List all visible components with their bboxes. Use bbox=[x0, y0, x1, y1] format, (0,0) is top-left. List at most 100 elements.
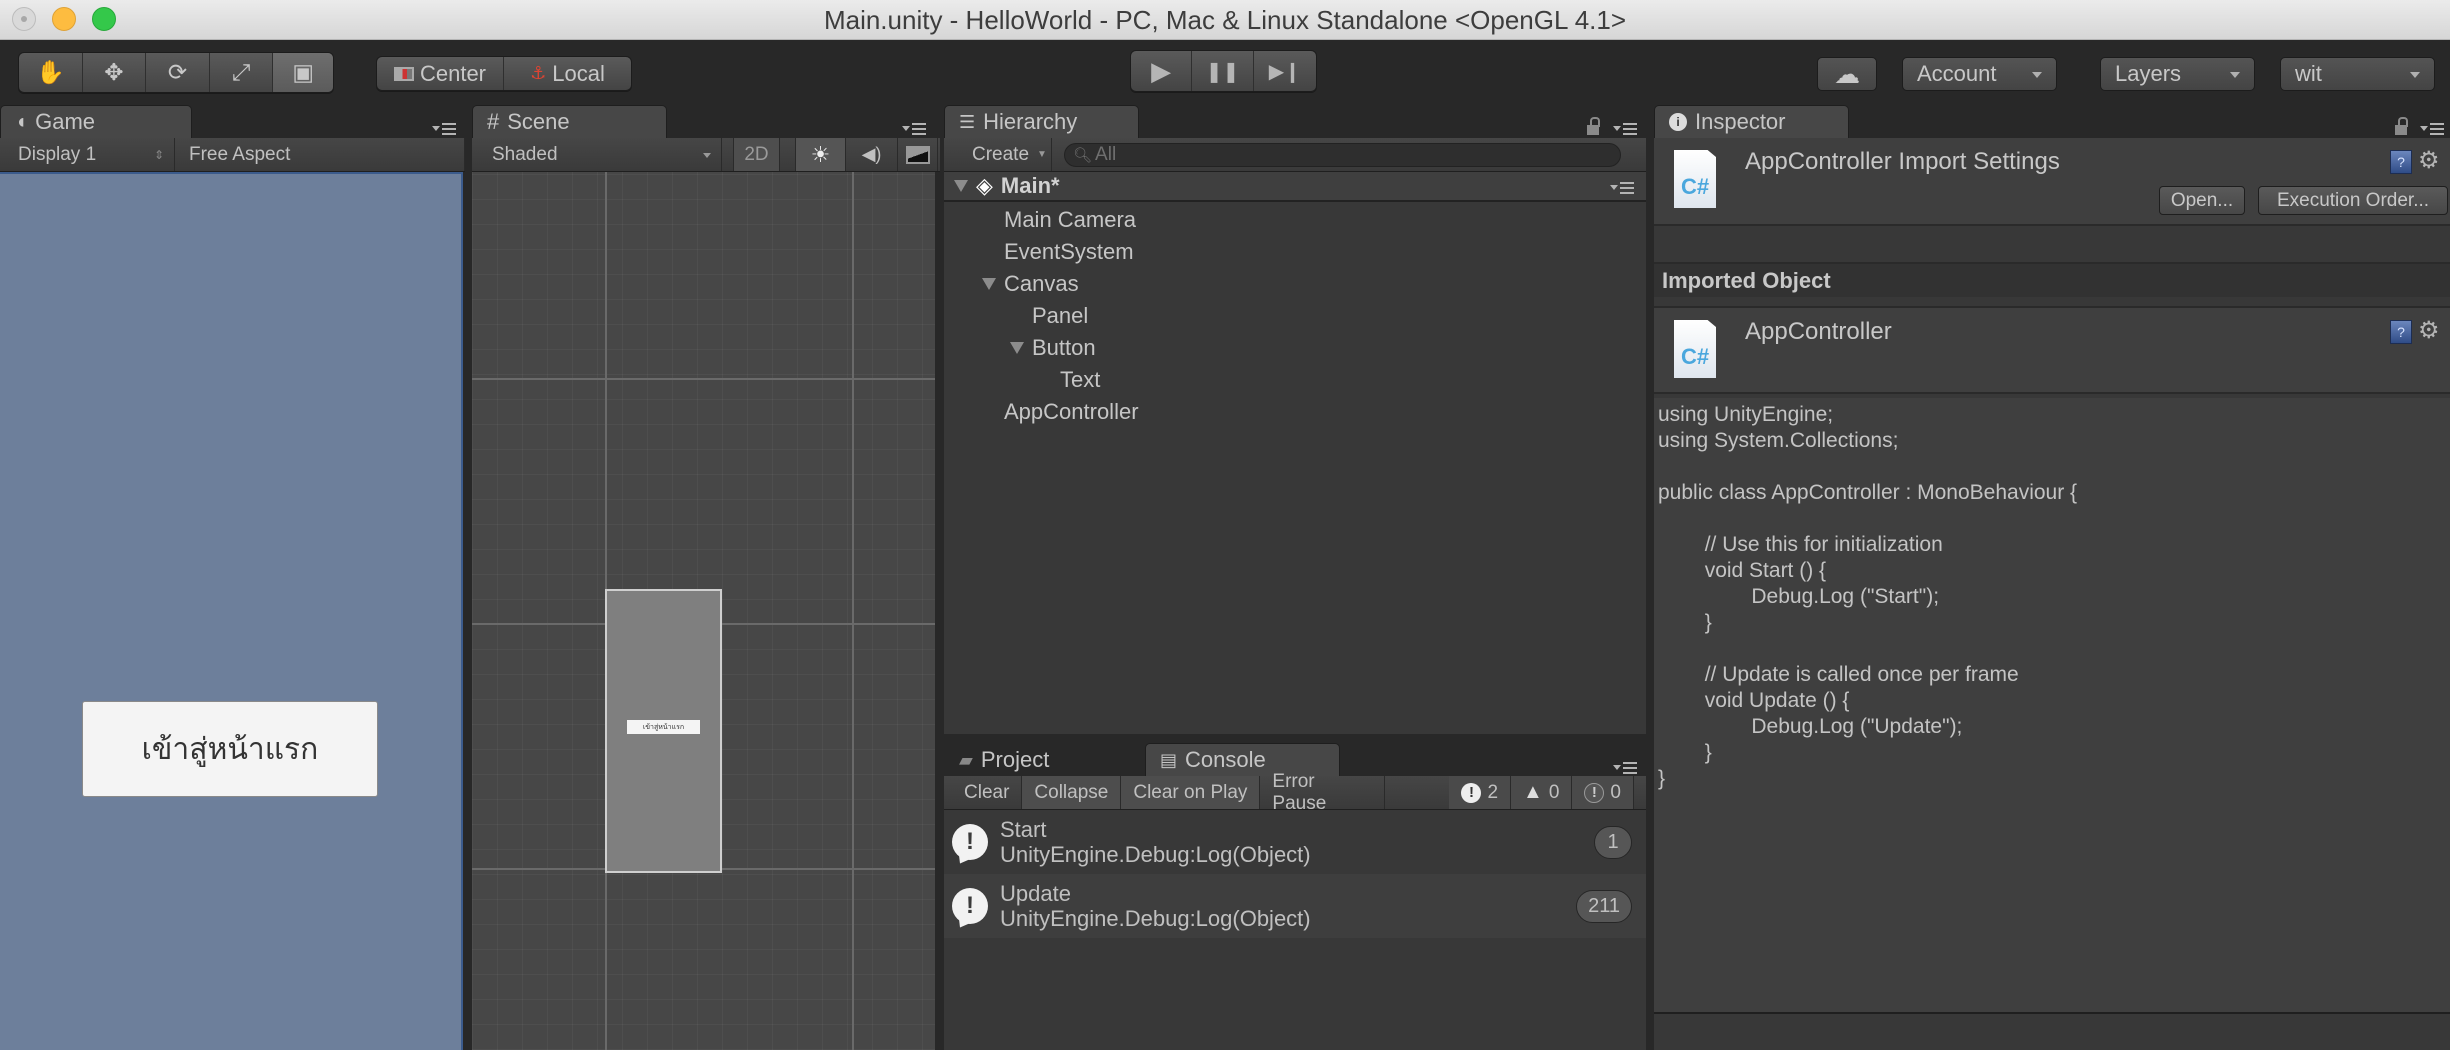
audio-toggle[interactable]: ◀) bbox=[846, 138, 898, 171]
aspect-select[interactable]: Free Aspect bbox=[175, 138, 465, 171]
tab-project-label: Project bbox=[980, 747, 1050, 772]
csharp-file-icon: C# bbox=[1674, 150, 1716, 208]
effects-toggle[interactable] bbox=[898, 138, 938, 171]
hierarchy-item[interactable]: Canvas bbox=[982, 269, 1079, 299]
account-dropdown[interactable]: Account bbox=[1902, 57, 2057, 91]
tab-scene[interactable]: # Scene bbox=[472, 105, 667, 138]
search-placeholder: All bbox=[1095, 143, 1117, 165]
scene-view[interactable]: เข้าสู่หน้าแรก bbox=[472, 172, 935, 1050]
hand-tool-button[interactable]: ✋ bbox=[19, 53, 83, 92]
layout-dropdown[interactable]: wit bbox=[2280, 57, 2435, 91]
step-button[interactable]: ▶❙ bbox=[1254, 51, 1316, 91]
panel-menu-icon[interactable] bbox=[2420, 121, 2446, 137]
lighting-toggle[interactable]: ☀ bbox=[796, 138, 846, 171]
log-detail: UnityEngine.Debug:Log(Object) bbox=[1000, 842, 1311, 867]
scene-toolbar: Shaded 2D ☀ ◀) bbox=[472, 138, 940, 172]
shading-label: Shaded bbox=[492, 143, 558, 165]
aspect-label: Free Aspect bbox=[189, 143, 291, 165]
clear-on-play-toggle[interactable]: Clear on Play bbox=[1121, 776, 1261, 809]
import-settings-header: C# AppController Import Settings ? ⚙ Ope… bbox=[1654, 138, 2450, 226]
hierarchy-item-label: Main Camera bbox=[1004, 207, 1137, 232]
gear-icon[interactable]: ⚙ bbox=[2418, 146, 2440, 175]
panel-menu-icon[interactable] bbox=[902, 121, 928, 137]
2d-toggle[interactable]: 2D bbox=[734, 138, 780, 171]
help-book-icon[interactable]: ? bbox=[2390, 320, 2412, 344]
window-title: Main.unity - HelloWorld - PC, Mac & Linu… bbox=[823, 5, 1627, 35]
info-circle-icon: i bbox=[1669, 113, 1687, 131]
expand-triangle-icon[interactable] bbox=[982, 278, 996, 290]
game-view[interactable]: เข้าสู่หน้าแรก bbox=[0, 172, 463, 1050]
play-icon: ▶ bbox=[1151, 55, 1172, 86]
gear-icon[interactable]: ⚙ bbox=[2418, 316, 2440, 345]
lock-icon[interactable] bbox=[2395, 117, 2408, 135]
script-source: using UnityEngine; using System.Collecti… bbox=[1658, 403, 2078, 790]
csharp-file-icon: C# bbox=[1674, 320, 1716, 378]
panel-menu-icon[interactable] bbox=[1613, 760, 1639, 776]
scale-tool-button[interactable]: ⤢ bbox=[210, 53, 274, 92]
open-button[interactable]: Open... bbox=[2159, 186, 2245, 215]
pivot-controls: Center ⚓ Local bbox=[376, 56, 632, 91]
pause-button[interactable]: ❚❚ bbox=[1192, 51, 1254, 91]
display-select[interactable]: Display 1 ⇕ bbox=[0, 138, 175, 171]
hierarchy-item[interactable]: Main Camera bbox=[1004, 205, 1136, 235]
hierarchy-item[interactable]: AppController bbox=[1004, 397, 1139, 427]
image-icon bbox=[905, 145, 930, 164]
create-dropdown[interactable]: Create ▼ bbox=[952, 138, 1052, 171]
collapse-toggle[interactable]: Collapse bbox=[1022, 776, 1122, 809]
expand-triangle-icon[interactable] bbox=[954, 180, 968, 192]
step-icon: ▶❙ bbox=[1268, 60, 1301, 83]
hierarchy-item[interactable]: Button bbox=[1010, 333, 1096, 363]
search-icon: 🔍︎ bbox=[1073, 146, 1093, 164]
scene-menu-icon[interactable] bbox=[1610, 180, 1636, 196]
tab-hierarchy-label: Hierarchy bbox=[983, 109, 1078, 134]
scene-canvas-rect[interactable]: เข้าสู่หน้าแรก bbox=[605, 589, 722, 873]
cloud-button[interactable]: ☁ bbox=[1817, 57, 1877, 91]
log-count-badge: 1 bbox=[1594, 826, 1632, 859]
shading-select[interactable]: Shaded bbox=[472, 138, 722, 171]
clear-button[interactable]: Clear bbox=[952, 776, 1023, 809]
warning-filter-toggle[interactable]: ▲ 0 bbox=[1511, 776, 1573, 809]
scene-row[interactable]: ◈ Main* bbox=[944, 172, 1646, 202]
tab-console-label: Console bbox=[1185, 747, 1266, 772]
tab-game[interactable]: ◖ Game bbox=[0, 105, 192, 138]
tab-hierarchy[interactable]: ☰ Hierarchy bbox=[944, 105, 1139, 138]
panel-menu-icon[interactable] bbox=[1613, 121, 1639, 137]
info-icon: ! bbox=[952, 824, 988, 860]
error-icon: ! bbox=[1584, 782, 1605, 803]
tab-scene-label: Scene bbox=[507, 109, 570, 134]
log-count-badge: 211 bbox=[1576, 890, 1632, 923]
panel-menu-icon[interactable] bbox=[432, 121, 458, 137]
rect-tool-button[interactable]: ▣ bbox=[273, 53, 333, 92]
expand-triangle-icon[interactable] bbox=[1010, 342, 1024, 354]
hierarchy-item[interactable]: Text bbox=[1060, 365, 1100, 395]
scene-button-preview[interactable]: เข้าสู่หน้าแรก bbox=[627, 720, 700, 734]
layers-dropdown[interactable]: Layers bbox=[2100, 57, 2255, 91]
info-filter-toggle[interactable]: ! 2 bbox=[1449, 776, 1512, 809]
error-filter-toggle[interactable]: ! 0 bbox=[1572, 776, 1634, 809]
play-button[interactable]: ▶ bbox=[1131, 51, 1193, 91]
execution-order-button[interactable]: Execution Order... bbox=[2258, 186, 2448, 215]
hierarchy-item-label: Canvas bbox=[1004, 271, 1079, 296]
hierarchy-item[interactable]: EventSystem bbox=[1004, 237, 1134, 267]
pivot-center-icon bbox=[393, 66, 414, 81]
main-toolbar: ✋ ✥ ⟳ ⤢ ▣ Center ⚓ Local ▶ ❚❚ ▶❙ ☁ Accou… bbox=[0, 40, 2450, 103]
game-start-button[interactable]: เข้าสู่หน้าแรก bbox=[82, 701, 378, 797]
rotate-tool-button[interactable]: ⟳ bbox=[146, 53, 210, 92]
move-tool-button[interactable]: ✥ bbox=[83, 53, 147, 92]
error-pause-toggle[interactable]: Error Pause bbox=[1260, 771, 1386, 814]
log-entry[interactable]: ! Update UnityEngine.Debug:Log(Object) 2… bbox=[944, 874, 1646, 938]
log-entry[interactable]: ! Start UnityEngine.Debug:Log(Object) 1 bbox=[944, 810, 1646, 874]
pivot-rotation-button[interactable]: ⚓ Local bbox=[504, 57, 631, 90]
clear-on-play-label: Clear on Play bbox=[1133, 781, 1248, 803]
folder-icon: ▰ bbox=[959, 749, 973, 770]
scale-icon: ⤢ bbox=[231, 59, 251, 85]
help-book-icon[interactable]: ? bbox=[2390, 150, 2412, 174]
pivot-mode-button[interactable]: Center bbox=[377, 57, 504, 90]
log-title: Update bbox=[1000, 881, 1071, 906]
tab-project[interactable]: ▰ Project bbox=[944, 743, 1139, 776]
tab-inspector[interactable]: i Inspector bbox=[1654, 105, 1849, 138]
pivot-mode-label: Center bbox=[419, 60, 487, 86]
hierarchy-item[interactable]: Panel bbox=[1032, 301, 1088, 331]
hierarchy-search-input[interactable]: 🔍︎ All bbox=[1064, 142, 1621, 167]
lock-icon[interactable] bbox=[1587, 117, 1600, 135]
